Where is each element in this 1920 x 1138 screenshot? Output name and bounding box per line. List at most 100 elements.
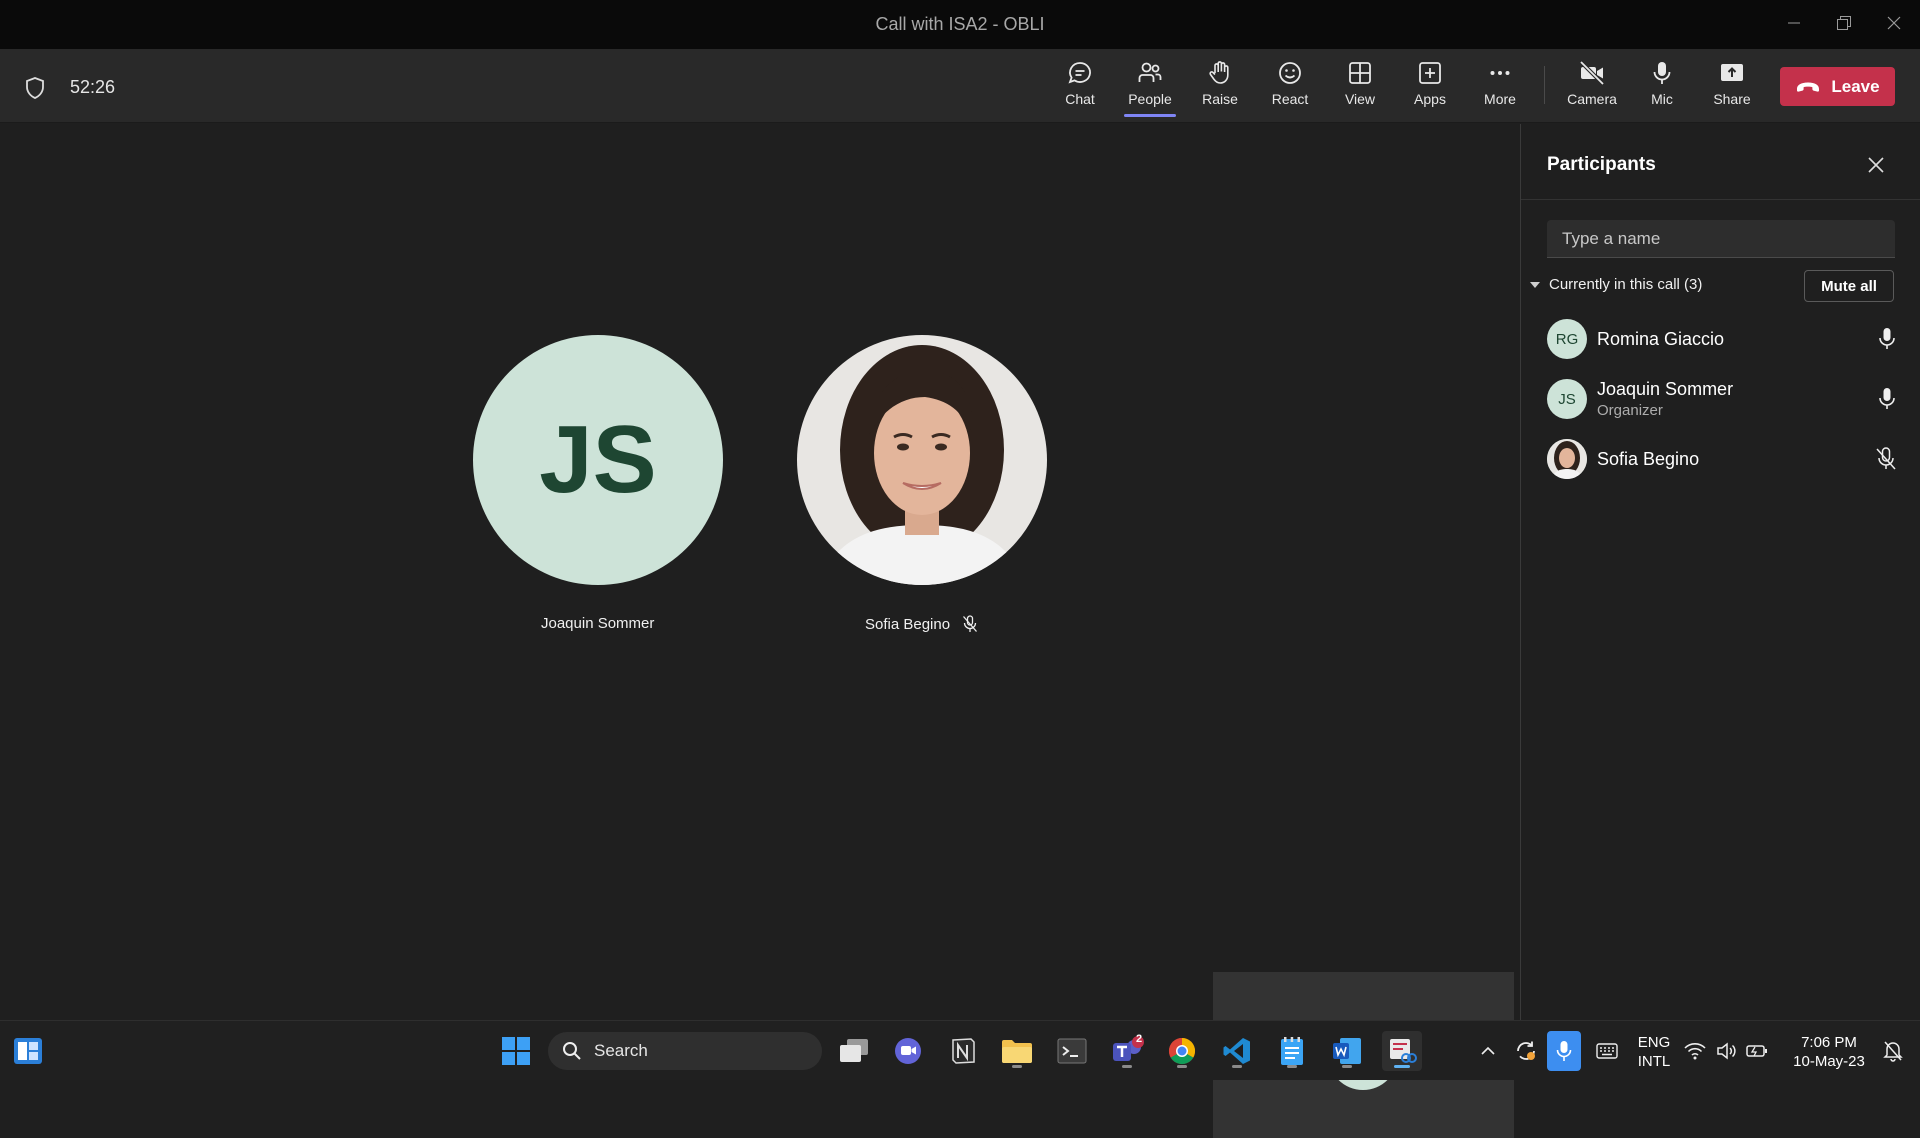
camera-off-icon — [1579, 60, 1605, 86]
avatar-photo — [1547, 439, 1587, 479]
participant-tile-photo[interactable] — [797, 335, 1047, 585]
mic-button[interactable]: Mic — [1630, 59, 1694, 115]
sync-icon — [1517, 1041, 1535, 1060]
show-hidden-icons-button[interactable] — [1468, 1031, 1508, 1071]
windows-logo-icon — [502, 1037, 530, 1065]
close-icon — [1887, 16, 1901, 30]
participant-search-input[interactable] — [1547, 220, 1895, 258]
word-icon — [1333, 1038, 1361, 1064]
chevron-up-icon — [1481, 1046, 1495, 1055]
chat-button[interactable]: Chat — [1048, 59, 1112, 115]
mic-off-icon — [963, 615, 978, 632]
avatar-photo — [797, 335, 1047, 585]
close-panel-icon[interactable] — [1863, 152, 1889, 178]
task-view-button[interactable] — [834, 1031, 874, 1071]
snipping-tool-icon — [1390, 1039, 1417, 1063]
chevron-down-icon — [1530, 281, 1540, 288]
participant-role: Organizer — [1597, 402, 1663, 419]
microphone-icon — [1879, 388, 1895, 409]
raise-hand-button[interactable]: Raise — [1188, 59, 1252, 115]
participant-row[interactable]: Sofia Begino — [1547, 437, 1897, 481]
quick-settings-button[interactable] — [1680, 1031, 1772, 1071]
leave-button[interactable]: Leave — [1780, 67, 1895, 106]
view-button[interactable]: View — [1328, 59, 1392, 115]
more-icon — [1490, 71, 1510, 75]
hand-icon — [1209, 61, 1229, 84]
mic-in-use-tray-item[interactable] — [1547, 1031, 1581, 1071]
notepad-app[interactable] — [1272, 1031, 1312, 1071]
keyboard-tray-item[interactable] — [1587, 1031, 1627, 1071]
avatar: JS — [1547, 379, 1587, 419]
participant-name: Sofia Begino — [1597, 448, 1700, 469]
video-stage: JS Joaquin Sommer Sofia Begino RG — [0, 124, 1519, 1138]
keyboard-icon — [1596, 1043, 1618, 1059]
notion-app[interactable] — [943, 1031, 983, 1071]
word-app[interactable] — [1327, 1031, 1367, 1071]
toolbar-divider — [1544, 66, 1545, 104]
section-label: Currently in this call (3) — [1549, 276, 1703, 293]
snipping-tool-app[interactable] — [1382, 1031, 1422, 1071]
minimize-icon — [1788, 22, 1800, 24]
hang-up-icon — [1797, 82, 1820, 92]
mic-label: Mic — [1651, 91, 1673, 107]
people-button[interactable]: People — [1118, 59, 1182, 117]
sync-tray-item[interactable] — [1506, 1031, 1546, 1071]
close-window-button[interactable] — [1872, 8, 1916, 38]
smiley-icon — [1279, 62, 1301, 84]
mic-off-icon — [1876, 447, 1896, 470]
taskbar: Search 2 ENG INTL 7:06 PM 10-May-23 — [0, 1020, 1920, 1080]
vscode-app[interactable] — [1217, 1031, 1257, 1071]
teams-app[interactable]: 2 — [1107, 1031, 1147, 1071]
file-explorer-app[interactable] — [997, 1031, 1037, 1071]
participant-tile-name: Joaquin Sommer — [541, 615, 654, 632]
participants-panel: Participants Currently in this call (3) … — [1520, 124, 1920, 1020]
start-button[interactable] — [496, 1031, 536, 1071]
microphone-icon — [1879, 328, 1895, 349]
chrome-app[interactable] — [1162, 1031, 1202, 1071]
in-call-section-header[interactable]: Currently in this call (3) — [1529, 276, 1702, 293]
layout-text: INTL — [1637, 1053, 1671, 1070]
clock-date: 10-May-23 — [1793, 1053, 1865, 1070]
wifi-icon — [1684, 1043, 1706, 1060]
add-app-icon — [1419, 62, 1441, 84]
folder-icon — [1002, 1040, 1032, 1063]
notion-icon — [952, 1038, 975, 1064]
task-view-icon — [840, 1039, 868, 1062]
react-button[interactable]: React — [1258, 59, 1322, 115]
camera-button[interactable]: Camera — [1560, 59, 1624, 115]
panel-title: Participants — [1547, 154, 1656, 175]
call-timer: 52:26 — [70, 77, 116, 97]
raise-label: Raise — [1202, 91, 1238, 107]
mute-all-button[interactable]: Mute all — [1804, 270, 1894, 302]
running-indicator — [1122, 1065, 1132, 1068]
participant-row[interactable]: RG Romina Giaccio — [1547, 317, 1897, 361]
notifications-button[interactable] — [1876, 1031, 1910, 1071]
participant-tile-avatar[interactable]: JS — [473, 335, 723, 585]
active-tab-indicator — [1124, 114, 1176, 117]
tile-name-text: Sofia Begino — [865, 615, 951, 633]
participant-name: Joaquin Sommer — [1597, 379, 1734, 399]
title-bar: Call with ISA2 - OBLI — [0, 0, 1920, 49]
terminal-app[interactable] — [1052, 1031, 1092, 1071]
participant-row[interactable]: JS Joaquin Sommer Organizer — [1547, 377, 1897, 421]
minimize-button[interactable] — [1772, 8, 1816, 38]
camera-label: Camera — [1567, 91, 1617, 107]
more-button[interactable]: More — [1468, 59, 1532, 115]
teams-chat-app[interactable] — [888, 1031, 928, 1071]
chrome-icon — [1168, 1037, 1196, 1065]
battery-icon — [1746, 1045, 1767, 1057]
restore-button[interactable] — [1822, 8, 1866, 38]
widgets-button[interactable] — [8, 1031, 48, 1071]
share-button[interactable]: Share — [1700, 59, 1764, 115]
terminal-icon — [1057, 1038, 1087, 1064]
people-icon — [1138, 62, 1162, 82]
clock[interactable]: 7:06 PM 10-May-23 — [1784, 1033, 1874, 1071]
taskbar-search[interactable]: Search — [548, 1032, 822, 1070]
avatar-initials: JS — [539, 406, 657, 513]
view-label: View — [1344, 91, 1376, 107]
apps-button[interactable]: Apps — [1398, 59, 1462, 115]
running-indicator — [1287, 1065, 1297, 1068]
language-indicator[interactable]: ENG INTL — [1630, 1033, 1678, 1071]
clock-time: 7:06 PM — [1801, 1034, 1857, 1051]
teams-chat-icon — [895, 1038, 921, 1064]
